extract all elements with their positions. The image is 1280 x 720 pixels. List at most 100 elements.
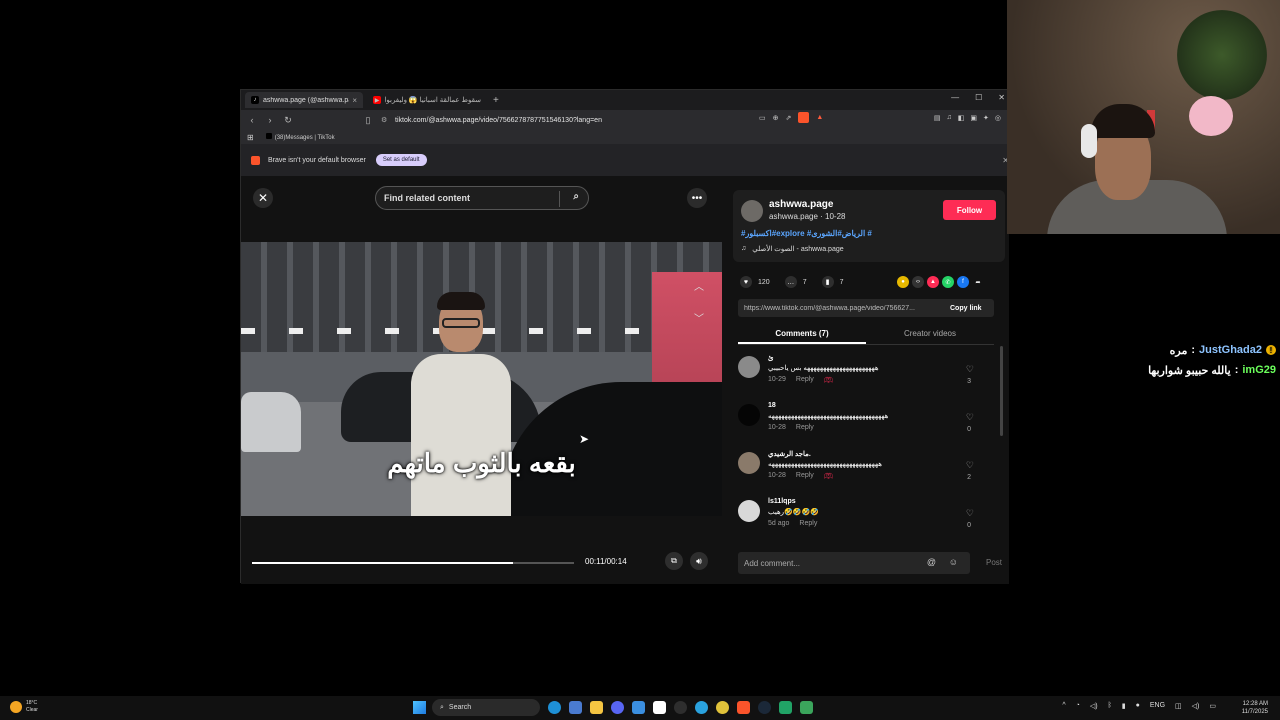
discord-icon[interactable] — [611, 701, 624, 714]
next-video-icon[interactable]: ﹀ — [690, 308, 708, 326]
maximize-icon[interactable]: ☐ — [975, 93, 982, 102]
like-comment-icon[interactable]: ♡ — [966, 460, 974, 471]
tab-youtube[interactable]: ▶ سقوط عمالقة اسبانيا 😱 وليفربول يقد — [367, 92, 487, 108]
tab-creator-videos[interactable]: Creator videos — [866, 325, 994, 344]
volume-icon[interactable]: 🔊︎ — [690, 552, 708, 570]
reply-button[interactable]: Reply — [796, 424, 814, 431]
weather-widget[interactable]: 18°C Clear — [10, 700, 38, 714]
close-icon[interactable]: ✕ — [253, 188, 273, 208]
emoji-icon[interactable]: ☺ — [949, 557, 958, 567]
author-username[interactable]: ashwwa.page — [769, 199, 833, 210]
like-comment-icon[interactable]: ♡ — [966, 508, 974, 519]
sound-info[interactable]: ♫ الصوت الأصلي - ashwwa.page — [741, 245, 844, 253]
comment-author[interactable]: ls11lqps — [768, 498, 796, 505]
tray-app-icon[interactable]: ◔ — [1076, 702, 1080, 710]
comment-author[interactable]: ئ — [768, 354, 773, 362]
sidebar-icon[interactable]: ◧ — [958, 114, 965, 122]
avatar[interactable] — [738, 452, 760, 474]
steam-icon[interactable] — [758, 701, 771, 714]
wallet-icon[interactable]: ▣ — [970, 114, 977, 122]
post-button[interactable]: Post — [986, 558, 1002, 567]
close-tab-icon[interactable]: × — [352, 96, 357, 105]
forward-icon[interactable]: › — [263, 115, 277, 125]
apps-grid-icon[interactable]: ⊞ — [247, 133, 254, 142]
taskbar-search[interactable]: ⌕ Search — [432, 699, 540, 716]
picture-in-picture-icon[interactable]: ⧉ — [665, 552, 683, 570]
reply-button[interactable]: Reply — [799, 520, 817, 527]
comment-input[interactable]: Add comment... @ ☺ — [738, 552, 970, 574]
more-options-icon[interactable]: ••• — [687, 188, 707, 208]
video-player[interactable]: بقعه بالثوب ماتهم ➤ — [241, 242, 722, 516]
bookmark-item-messages[interactable]: (38)Messages | TikTok — [265, 133, 335, 141]
bookmark-icon[interactable]: ▯ — [361, 115, 375, 126]
photos-icon[interactable] — [569, 701, 582, 714]
repost-icon[interactable]: ▲ — [927, 276, 939, 288]
embed-icon[interactable]: ‹› — [912, 276, 924, 288]
minimize-icon[interactable]: — — [951, 93, 959, 102]
search-icon[interactable]: ⌕ — [573, 191, 579, 202]
like-comment-icon[interactable]: ♡ — [966, 364, 974, 375]
bluetooth-icon[interactable]: ᛒ — [1108, 702, 1112, 710]
copy-link-button[interactable]: Copy link — [950, 305, 982, 312]
tab-comments[interactable]: Comments (7) — [738, 325, 866, 344]
close-window-icon[interactable]: ✕ — [998, 93, 1005, 102]
share-page-icon[interactable]: ⇗ — [786, 114, 792, 123]
battery-icon[interactable]: ▮ — [1122, 702, 1126, 710]
mention-icon[interactable]: @ — [927, 557, 936, 567]
volume-tray-icon[interactable]: ◁) — [1192, 702, 1200, 710]
facebook-icon[interactable]: f — [957, 276, 969, 288]
excel-icon[interactable] — [779, 701, 792, 714]
tiktok-app-icon[interactable] — [653, 701, 666, 714]
avatar[interactable] — [738, 500, 760, 522]
scrollbar[interactable] — [1000, 346, 1003, 436]
network-icon[interactable]: ◫ — [1175, 702, 1182, 710]
comment-author[interactable]: ماجد الرشيدي. — [768, 450, 811, 458]
save-button[interactable]: ▮ 7 — [821, 276, 844, 288]
brave-shield-icon[interactable] — [798, 112, 810, 123]
coin-icon[interactable]: ● — [897, 276, 909, 288]
set-default-button[interactable]: Set as default — [375, 154, 427, 166]
xbox-icon[interactable] — [674, 701, 687, 714]
tray-chevron-icon[interactable]: ^ — [1062, 702, 1065, 710]
telegram-icon[interactable] — [695, 701, 708, 714]
video-progress-bar[interactable] — [252, 562, 574, 564]
previous-video-icon[interactable]: ︿ — [690, 276, 708, 294]
reply-button[interactable]: Reply — [796, 376, 814, 384]
reply-button[interactable]: Reply — [796, 472, 814, 480]
zoom-icon[interactable]: ⊕ — [773, 114, 779, 123]
notepad-icon[interactable] — [632, 701, 645, 714]
comment-button[interactable]: … 7 — [784, 276, 807, 288]
extensions-icon[interactable]: ✦ — [983, 114, 989, 122]
input-language[interactable]: ENG — [1150, 702, 1165, 710]
reload-icon[interactable]: ↻ — [281, 115, 295, 126]
new-tab-button[interactable]: + — [493, 95, 499, 106]
brave-rewards-icon[interactable]: ▲ — [816, 114, 823, 123]
reader-icon[interactable]: ▤ — [934, 114, 941, 122]
like-comment-icon[interactable]: ♡ — [966, 412, 974, 423]
taskbar-clock[interactable]: 12:28 AM 11/7/2025 — [1242, 700, 1268, 716]
tray-battery-icon[interactable]: ▭ — [1209, 702, 1216, 710]
follow-button[interactable]: Follow — [943, 200, 996, 220]
avatar[interactable] — [738, 356, 760, 378]
obs-icon[interactable] — [800, 701, 813, 714]
tab-tiktok[interactable]: ♪ ashwwa.page (@ashwwa.pa × — [245, 92, 363, 108]
share-icon[interactable]: ➦ — [972, 276, 984, 288]
whatsapp-icon[interactable]: ✆ — [942, 276, 954, 288]
edge-icon[interactable] — [548, 701, 561, 714]
vpn-icon[interactable]: ◎ — [995, 114, 1001, 122]
search-input[interactable]: Find related content ⌕ — [375, 186, 589, 210]
mic-icon[interactable]: ● — [1136, 702, 1140, 710]
like-button[interactable]: ♥ 120 — [740, 276, 770, 288]
speaker-icon[interactable]: ◁) — [1090, 702, 1098, 710]
avatar[interactable] — [741, 200, 763, 222]
brave-icon[interactable] — [737, 701, 750, 714]
cast-icon[interactable]: ▭ — [759, 114, 766, 123]
media-icon[interactable]: ♫ — [947, 114, 952, 122]
hashtags[interactable]: #اكسبلور#explore #الرياض#الشورى # — [741, 229, 872, 238]
windows-start-icon[interactable] — [413, 701, 426, 714]
back-icon[interactable]: ‹ — [245, 115, 259, 125]
comment-author[interactable]: 18 — [768, 402, 776, 409]
avatar[interactable] — [738, 404, 760, 426]
chrome-icon[interactable] — [716, 701, 729, 714]
file-explorer-icon[interactable] — [590, 701, 603, 714]
